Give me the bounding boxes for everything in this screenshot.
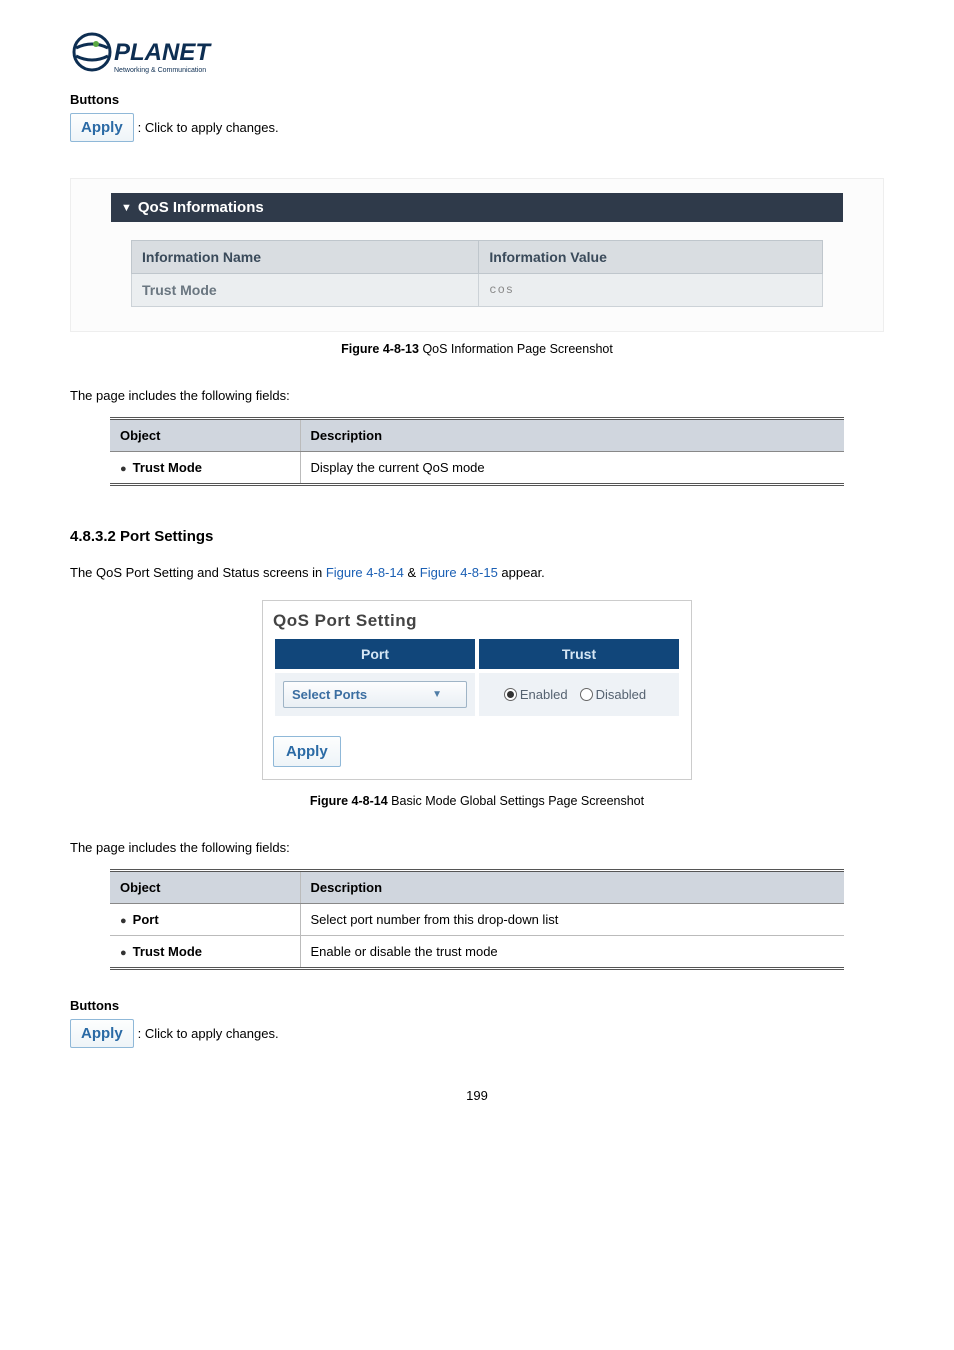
th-description: Description bbox=[300, 871, 844, 904]
page-number: 199 bbox=[70, 1088, 884, 1103]
buttons-heading: Buttons bbox=[70, 998, 884, 1013]
qos-info-panel: ▼ QoS Informations Information Name Info… bbox=[70, 178, 884, 332]
th-object: Object bbox=[110, 871, 300, 904]
panel-title: QoS Informations bbox=[138, 199, 264, 216]
figure-link-2[interactable]: Figure 4-8-15 bbox=[420, 565, 498, 580]
brand-logo: PLANET Networking & Communication bbox=[70, 30, 884, 84]
cell-trust-radio: Enabled Disabled bbox=[477, 671, 681, 718]
svg-text:Networking & Communication: Networking & Communication bbox=[114, 67, 206, 74]
td-description: Select port number from this drop-down l… bbox=[300, 904, 844, 936]
th-trust: Trust bbox=[477, 637, 681, 671]
td-object: ●Trust Mode bbox=[110, 452, 300, 485]
apply-description: : Click to apply changes. bbox=[138, 120, 279, 135]
apply-button[interactable]: Apply bbox=[273, 736, 341, 767]
fields-intro-2: The page includes the following fields: bbox=[70, 840, 884, 855]
radio-icon bbox=[504, 688, 517, 701]
svg-text:PLANET: PLANET bbox=[114, 39, 212, 66]
buttons-heading: Buttons bbox=[70, 92, 884, 107]
apply-button[interactable]: Apply bbox=[70, 113, 134, 142]
figure-caption-1: Figure 4-8-13 QoS Information Page Scree… bbox=[70, 342, 884, 356]
radio-icon bbox=[580, 688, 593, 701]
qos-port-setting-panel: QoS Port Setting Port Trust Select Ports… bbox=[262, 600, 692, 780]
radio-disabled[interactable]: Disabled bbox=[580, 687, 647, 702]
cell-port-select: Select Ports ▼ bbox=[273, 671, 477, 718]
qos-port-table: Port Trust Select Ports ▼ Enabled bbox=[273, 637, 681, 718]
chevron-down-icon: ▼ bbox=[432, 689, 442, 700]
select-ports-dropdown[interactable]: Select Ports ▼ bbox=[283, 681, 467, 708]
qos-port-title: QoS Port Setting bbox=[273, 611, 681, 631]
chevron-down-icon: ▼ bbox=[121, 202, 132, 214]
intro-figures: The QoS Port Setting and Status screens … bbox=[70, 565, 884, 580]
th-description: Description bbox=[300, 419, 844, 452]
td-description: Display the current QoS mode bbox=[300, 452, 844, 485]
description-table-1: Object Description ●Trust Mode Display t… bbox=[110, 417, 844, 486]
fields-intro-1: The page includes the following fields: bbox=[70, 388, 884, 403]
col-info-value: Information Value bbox=[479, 241, 823, 274]
col-info-name: Information Name bbox=[132, 241, 479, 274]
th-object: Object bbox=[110, 419, 300, 452]
th-port: Port bbox=[273, 637, 477, 671]
panel-header[interactable]: ▼ QoS Informations bbox=[111, 193, 843, 222]
td-object: ●Port bbox=[110, 904, 300, 936]
td-object: ●Trust Mode bbox=[110, 936, 300, 969]
cell-trust-mode-label: Trust Mode bbox=[132, 274, 479, 307]
apply-button[interactable]: Apply bbox=[70, 1019, 134, 1048]
qos-info-table: Information Name Information Value Trust… bbox=[131, 240, 823, 307]
apply-description: : Click to apply changes. bbox=[138, 1026, 279, 1041]
description-table-2: Object Description ●Port Select port num… bbox=[110, 869, 844, 970]
figure-caption-2: Figure 4-8-14 Basic Mode Global Settings… bbox=[70, 794, 884, 808]
planet-logo-icon: PLANET Networking & Communication bbox=[70, 30, 240, 84]
td-description: Enable or disable the trust mode bbox=[300, 936, 844, 969]
subsection-heading: 4.8.3.2 Port Settings bbox=[70, 528, 884, 545]
cell-trust-mode-value: cos bbox=[479, 274, 823, 307]
radio-enabled[interactable]: Enabled bbox=[504, 687, 568, 702]
figure-link-1[interactable]: Figure 4-8-14 bbox=[326, 565, 404, 580]
